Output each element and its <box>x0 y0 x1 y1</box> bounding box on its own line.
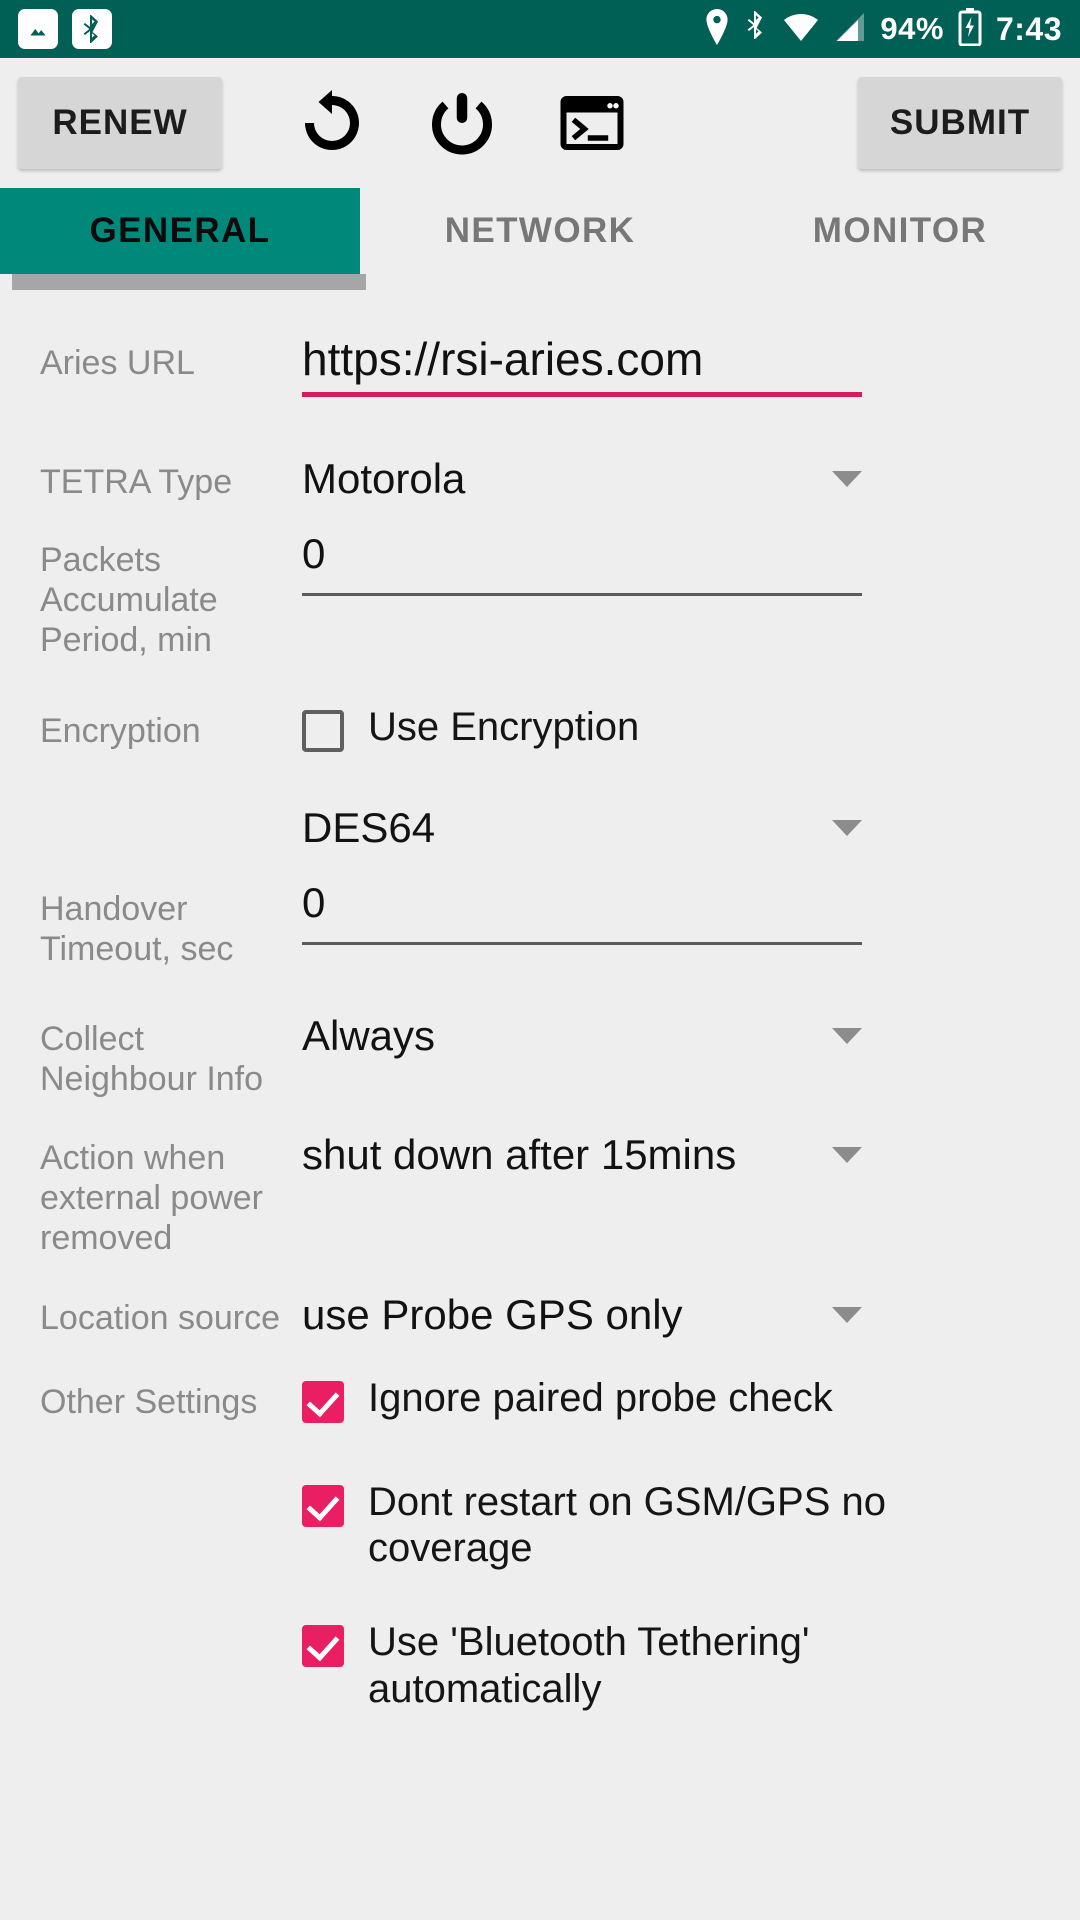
general-settings-form: Aries URL https://rsi-aries.com TETRA Ty… <box>0 274 1080 1712</box>
bluetooth-notification-icon <box>72 9 112 49</box>
ignore-paired-probe-checkbox[interactable] <box>302 1380 344 1423</box>
label-collect-neighbour: Collect Neighbour Info <box>40 1019 264 1098</box>
control-packets-period: 0 <box>302 533 1052 596</box>
row-encryption: Encryption Use Encryption DES64 <box>40 704 1052 852</box>
row-location-source: Location source use Probe GPS only <box>40 1291 1052 1339</box>
use-encryption-checkbox[interactable] <box>302 710 344 753</box>
collect-neighbour-value: Always <box>302 1011 436 1059</box>
handover-timeout-input[interactable]: 0 <box>302 882 862 946</box>
control-tetra-type: Motorola <box>302 455 1052 503</box>
label-encryption: Encryption <box>40 712 201 751</box>
label-power-action: Action when external power removed <box>40 1139 264 1257</box>
tab-bar: GENERAL NETWORK MONITOR <box>0 188 1080 290</box>
row-packets-period: Packets Accumulate Period, min 0 <box>40 533 1052 660</box>
other-setting-item[interactable]: Use 'Bluetooth Tethering' automatically <box>302 1619 1052 1712</box>
status-bar-system-icons: 94% 7:43 <box>704 7 1062 51</box>
other-setting-item[interactable]: Dont restart on GSM/GPS no coverage <box>302 1479 1052 1572</box>
tab-monitor[interactable]: MONITOR <box>720 188 1080 274</box>
ignore-paired-probe-label: Ignore paired probe check <box>368 1375 833 1420</box>
wifi-icon <box>782 11 820 48</box>
submit-button[interactable]: SUBMIT <box>858 77 1062 169</box>
battery-percent-label: 94% <box>880 11 944 46</box>
bluetooth-tethering-checkbox[interactable] <box>302 1625 344 1668</box>
bluetooth-tethering-label: Use 'Bluetooth Tethering' automatically <box>368 1620 810 1711</box>
row-collect-neighbour: Collect Neighbour Info Always <box>40 1012 1052 1100</box>
other-setting-item[interactable]: Ignore paired probe check <box>302 1375 1052 1423</box>
power-action-value: shut down after 15mins <box>302 1131 737 1179</box>
status-bar-clock: 7:43 <box>995 10 1062 47</box>
label-other-settings: Other Settings <box>40 1382 258 1421</box>
terminal-icon[interactable] <box>556 87 628 159</box>
control-location-source: use Probe GPS only <box>302 1291 1052 1339</box>
row-aries-url: Aries URL https://rsi-aries.com <box>40 336 1052 397</box>
label-handover-timeout: Handover Timeout, sec <box>40 890 234 969</box>
location-source-value: use Probe GPS only <box>302 1290 683 1338</box>
control-collect-neighbour: Always <box>302 1012 1052 1060</box>
location-icon <box>704 8 730 50</box>
row-tetra-type: TETRA Type Motorola <box>40 455 1052 503</box>
tab-scroll-indicator[interactable] <box>12 274 366 290</box>
dont-restart-no-coverage-checkbox[interactable] <box>302 1484 344 1527</box>
control-other-settings: Ignore paired probe check Dont restart o… <box>302 1375 1052 1713</box>
chevron-down-icon <box>832 1147 862 1164</box>
tab-network[interactable]: NETWORK <box>360 188 720 274</box>
label-location-source: Location source <box>40 1298 281 1337</box>
control-handover-timeout: 0 <box>302 882 1052 946</box>
use-encryption-checkbox-row[interactable]: Use Encryption <box>302 704 1052 753</box>
chevron-down-icon <box>832 1306 862 1323</box>
app-toolbar: RENEW SUBMIT <box>0 58 1080 188</box>
status-bar-notifications <box>18 9 112 49</box>
chevron-down-icon <box>832 471 862 487</box>
encryption-algorithm-value: DES64 <box>302 804 436 852</box>
label-tetra-type: TETRA Type <box>40 463 233 501</box>
control-power-action: shut down after 15mins <box>302 1131 1052 1179</box>
control-aries-url: https://rsi-aries.com <box>302 336 1052 397</box>
renew-button[interactable]: RENEW <box>18 77 222 169</box>
chevron-down-icon <box>832 820 862 837</box>
encryption-algorithm-spinner[interactable]: DES64 <box>302 804 862 852</box>
aries-url-input[interactable]: https://rsi-aries.com <box>302 336 862 397</box>
tetra-type-value: Motorola <box>302 455 466 502</box>
battery-charging-icon <box>958 7 982 51</box>
row-handover-timeout: Handover Timeout, sec 0 <box>40 882 1052 970</box>
status-bar: 94% 7:43 <box>0 0 1080 58</box>
power-action-spinner[interactable]: shut down after 15mins <box>302 1131 862 1179</box>
label-packets-period: Packets Accumulate Period, min <box>40 541 218 659</box>
label-aries-url: Aries URL <box>40 344 195 382</box>
packets-period-input[interactable]: 0 <box>302 533 862 596</box>
chevron-down-icon <box>832 1027 862 1044</box>
power-icon[interactable] <box>426 87 498 159</box>
control-encryption: Use Encryption DES64 <box>302 704 1052 852</box>
row-power-action: Action when external power removed shut … <box>40 1131 1052 1258</box>
photo-icon <box>18 9 58 49</box>
toolbar-icon-group <box>296 87 628 159</box>
dont-restart-no-coverage-label: Dont restart on GSM/GPS no coverage <box>368 1479 886 1571</box>
location-source-spinner[interactable]: use Probe GPS only <box>302 1291 862 1339</box>
restart-icon[interactable] <box>296 87 368 159</box>
collect-neighbour-spinner[interactable]: Always <box>302 1012 862 1060</box>
use-encryption-label: Use Encryption <box>368 705 640 750</box>
tab-general[interactable]: GENERAL <box>0 188 360 274</box>
row-other-settings: Other Settings Ignore paired probe check… <box>40 1375 1052 1713</box>
bluetooth-icon <box>744 10 768 49</box>
tetra-type-spinner[interactable]: Motorola <box>302 455 862 503</box>
cellular-signal-icon <box>834 11 866 48</box>
